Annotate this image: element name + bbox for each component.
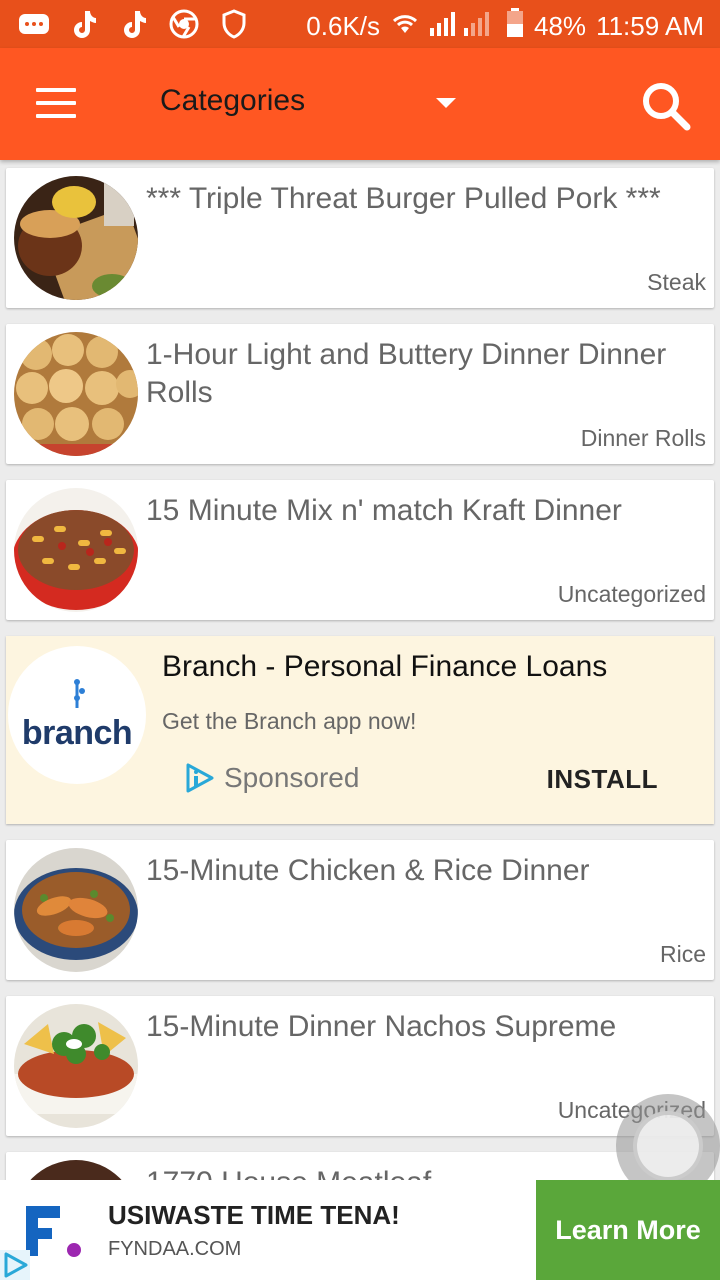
recipe-card[interactable]: 15 Minute Mix n' match Kraft Dinner Unca… [6, 480, 714, 620]
recipe-category: Rice [659, 941, 706, 967]
recipe-card[interactable]: 15-Minute Dinner Nachos Supreme Uncatego… [6, 996, 714, 1136]
branch-logo-text: branch [21, 713, 133, 752]
banner-url: FYNDAA.COM [108, 1238, 242, 1260]
recipe-card[interactable]: 15-Minute Chicken & Rice Dinner Rice [6, 840, 714, 980]
ad-title: Branch - Personal Finance Loans [162, 650, 608, 683]
banner-ad[interactable]: USIWASTE TIME TENA! FYNDAA.COM Learn Mor… [0, 1180, 720, 1280]
wifi-icon [390, 11, 420, 42]
recipe-title: *** Triple Threat Burger Pulled Pork *** [146, 182, 661, 215]
recipe-thumbnail [14, 848, 138, 972]
app-bar: Categories [0, 48, 720, 160]
search-icon[interactable] [640, 80, 692, 132]
sponsored-label: Sponsored [224, 762, 360, 793]
recipe-card[interactable]: *** Triple Threat Burger Pulled Pork ***… [6, 168, 714, 308]
recipe-title: 15-Minute Dinner Nachos Supreme [146, 1010, 617, 1043]
notification-icons [18, 8, 250, 40]
sponsored-ad-card[interactable]: branch Branch - Personal Finance Loans G… [6, 636, 714, 824]
fyndaa-logo [22, 1200, 92, 1270]
tiktok-icon [68, 8, 100, 40]
recipe-category: Steak [647, 269, 706, 295]
recipe-title: 15 Minute Mix n' match Kraft Dinner [146, 494, 622, 527]
chrome-icon [168, 8, 200, 40]
signal-icon [430, 10, 496, 43]
recipe-title: 1-Hour Light and Buttery Dinner Dinner R… [146, 338, 667, 409]
adchoices-icon[interactable] [0, 1250, 30, 1280]
tiktok-icon [118, 8, 150, 40]
recipe-category: Uncategorized [557, 581, 706, 607]
adchoices-icon [186, 763, 214, 793]
branch-dots-icon [74, 678, 85, 708]
ad-subtitle: Get the Branch app now! [162, 708, 417, 734]
install-button[interactable]: INSTALL [547, 764, 658, 795]
learn-more-button[interactable]: Learn More [536, 1180, 720, 1280]
recipe-thumbnail [14, 176, 138, 300]
status-bar: 0.6K/s 48% 11:59 AM [0, 0, 720, 48]
recipe-card[interactable]: 1-Hour Light and Buttery Dinner Dinner R… [6, 324, 714, 464]
branch-logo: branch [8, 646, 146, 784]
recipe-title: 15-Minute Chicken & Rice Dinner [146, 854, 590, 887]
shield-icon [218, 8, 250, 40]
recipe-thumbnail [14, 1004, 138, 1128]
network-speed: 0.6K/s [306, 11, 381, 41]
message-icon [18, 8, 50, 40]
banner-title: USIWASTE TIME TENA! [108, 1200, 400, 1230]
sponsored-indicator: Sponsored [184, 762, 359, 794]
clock: 11:59 AM [596, 11, 704, 41]
recipe-thumbnail [14, 488, 138, 612]
category-dropdown[interactable]: Categories [160, 84, 460, 128]
chevron-down-icon [436, 98, 456, 108]
hamburger-menu-icon[interactable] [36, 88, 76, 120]
category-dropdown-label: Categories [160, 84, 306, 117]
recipe-thumbnail [14, 332, 138, 456]
battery-level: 48% [534, 11, 587, 41]
battery-icon [506, 8, 524, 45]
recipe-category: Dinner Rolls [580, 425, 706, 451]
system-indicators: 0.6K/s 48% 11:59 AM [306, 8, 704, 45]
